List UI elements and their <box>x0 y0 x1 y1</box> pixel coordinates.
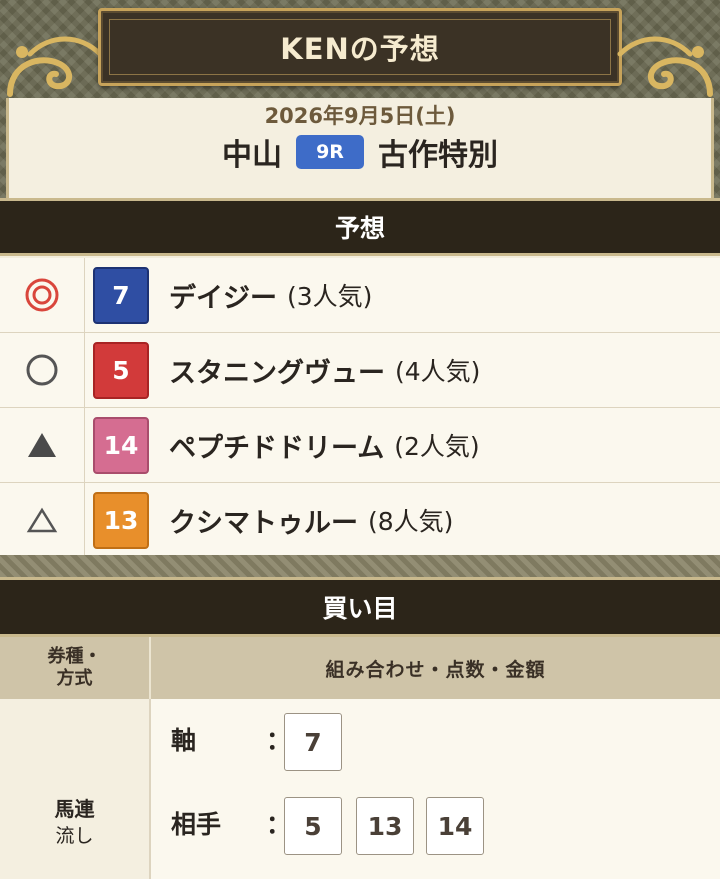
prediction-list: 7 デイジー (3人気) 5 スタニングヴュー (4人気) 14 ペプチドドリー… <box>0 258 720 558</box>
page-title: KENの予想 <box>280 32 440 66</box>
partner-number-box: 5 <box>284 797 342 855</box>
combination-cell: 軸 ： 7 相手 ： 5 13 14 <box>151 699 720 879</box>
bet-type-header-line2: 方式 <box>56 668 93 689</box>
bet-type-cell: 馬連 流し <box>0 699 151 879</box>
decorative-divider <box>0 555 720 577</box>
bet-type: 馬連 <box>54 797 95 821</box>
filled-triangle-icon <box>28 433 56 457</box>
venue-name: 中山 <box>222 138 282 173</box>
horse-number-badge: 5 <box>93 341 149 399</box>
bet-type-header-line1: 券種・ <box>47 646 102 667</box>
partner-label: 相手 <box>171 810 222 839</box>
popularity-label: (2人気) <box>394 432 480 461</box>
bets-heading-label: 買い目 <box>322 594 398 623</box>
ornament-scroll-right <box>617 36 713 97</box>
popularity-label: (8人気) <box>368 507 454 536</box>
partner-number-box: 13 <box>356 797 414 855</box>
horse-number-badge: 7 <box>93 266 149 324</box>
race-number-badge: 9R <box>296 135 364 169</box>
header-banner: KENの予想 2026年9月5日(土) 中山 9R 古作特別 <box>0 0 720 198</box>
title-plaque: KENの予想 <box>98 8 622 86</box>
horse-name[interactable]: デイジー <box>169 276 277 315</box>
prediction-row: 14 ペプチドドリーム (2人気) <box>0 408 720 483</box>
axis-number-box: 7 <box>284 713 342 771</box>
circle-icon <box>26 354 58 386</box>
popularity-label: (4人気) <box>395 357 481 386</box>
prediction-heading-label: 予想 <box>334 214 385 243</box>
bet-type-header: 券種・ 方式 <box>0 637 151 699</box>
partner-number-box: 14 <box>426 797 484 855</box>
bet-method: 流し <box>55 825 94 847</box>
prediction-heading: 予想 <box>0 198 720 256</box>
horse-name[interactable]: ペプチドドリーム <box>169 426 384 465</box>
popularity-label: (3人気) <box>287 282 373 311</box>
race-name: 古作特別 <box>378 138 498 173</box>
ornament-scroll-left <box>7 36 103 97</box>
prediction-row: 7 デイジー (3人気) <box>0 258 720 333</box>
race-line: 中山 9R 古作特別 <box>0 130 720 174</box>
horse-name[interactable]: クシマトゥルー <box>169 501 358 540</box>
axis-label: 軸 <box>171 726 197 755</box>
prediction-row: 13 クシマトゥルー (8人気) <box>0 483 720 558</box>
race-date: 2026年9月5日(土) <box>264 104 456 128</box>
combination-header: 組み合わせ・点数・金額 <box>151 637 720 699</box>
horse-number-badge: 14 <box>93 416 149 474</box>
double-circle-icon <box>25 278 59 312</box>
open-triangle-icon <box>26 507 58 533</box>
prediction-row: 5 スタニングヴュー (4人気) <box>0 333 720 408</box>
horse-number-badge: 13 <box>93 491 149 549</box>
horse-name[interactable]: スタニングヴュー <box>169 351 385 390</box>
bets-heading: 買い目 <box>0 577 720 637</box>
